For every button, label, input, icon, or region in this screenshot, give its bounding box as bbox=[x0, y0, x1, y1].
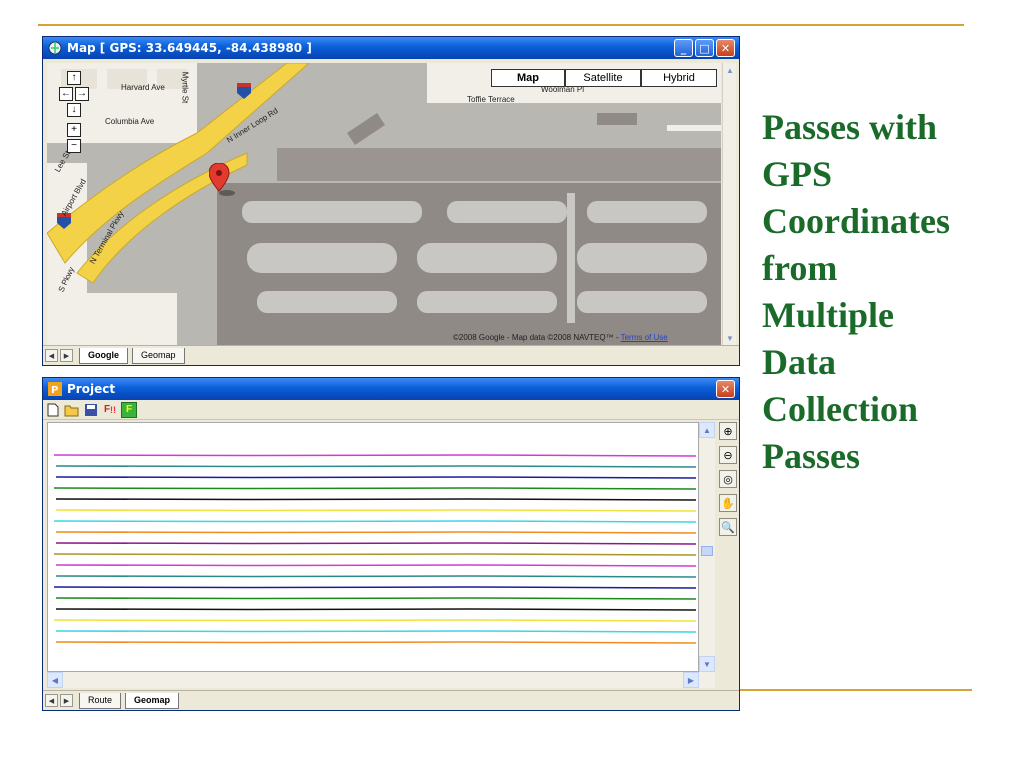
f-icon[interactable]: F bbox=[121, 401, 137, 418]
project-window: P Project ✕ F!! F ▲ ▼ ◀ ▶ ⊕ ⊖ ◎ ✋ 🔍 ◀ ▶ … bbox=[42, 377, 740, 711]
flag-icon[interactable]: F!! bbox=[102, 402, 118, 418]
map-canvas bbox=[47, 63, 721, 345]
pass-line[interactable] bbox=[55, 630, 697, 633]
map-type-map-button[interactable]: Map bbox=[491, 69, 565, 87]
map-copyright: ©2008 Google - Map data ©2008 NAVTEQ™ - … bbox=[453, 333, 668, 342]
close-button[interactable]: ✕ bbox=[716, 380, 735, 398]
tab-geomap[interactable]: Geomap bbox=[125, 692, 180, 709]
tab-google[interactable]: Google bbox=[79, 347, 128, 364]
map-vertical-scrollbar[interactable]: ▲ ▼ bbox=[722, 63, 736, 345]
project-window-title: Project bbox=[67, 382, 116, 396]
open-icon[interactable] bbox=[64, 402, 80, 418]
pass-line[interactable] bbox=[55, 597, 697, 600]
zoom-extent-icon[interactable]: ◎ bbox=[719, 470, 737, 488]
road-label: Columbia Ave bbox=[105, 117, 155, 126]
project-titlebar[interactable]: P Project ✕ bbox=[43, 378, 739, 400]
slide-title-line: from bbox=[762, 248, 838, 288]
map-tools: ⊕ ⊖ ◎ ✋ 🔍 bbox=[719, 422, 739, 536]
project-horizontal-scrollbar[interactable]: ◀ ▶ bbox=[47, 672, 715, 688]
pass-line[interactable] bbox=[55, 465, 697, 468]
road-label: Myrtle St bbox=[180, 71, 190, 104]
chevron-down-icon[interactable]: ▼ bbox=[723, 331, 737, 345]
pass-line[interactable] bbox=[53, 586, 697, 589]
pass-line[interactable] bbox=[53, 619, 697, 622]
road-label: Toffie Terrace bbox=[467, 95, 515, 104]
chevron-right-icon[interactable]: ▶ bbox=[683, 672, 699, 688]
pass-line[interactable] bbox=[53, 553, 697, 556]
terms-of-use-link[interactable]: Terms of Use bbox=[621, 333, 668, 342]
project-icon: P bbox=[47, 381, 63, 397]
copyright-text: ©2008 Google - Map data ©2008 NAVTEQ™ - bbox=[453, 333, 621, 342]
tab-route[interactable]: Route bbox=[79, 692, 122, 709]
location-marker-icon[interactable] bbox=[209, 163, 235, 197]
chevron-up-icon[interactable]: ▲ bbox=[699, 422, 715, 438]
pass-line[interactable] bbox=[55, 509, 697, 512]
new-icon[interactable] bbox=[45, 402, 61, 418]
chevron-up-icon[interactable]: ▲ bbox=[723, 63, 737, 77]
project-tabbar: ◀ ▶ Route Geomap bbox=[43, 690, 739, 710]
bottom-rule bbox=[740, 689, 972, 691]
slide-title-line: Passes with bbox=[762, 107, 938, 147]
top-rule bbox=[38, 24, 964, 26]
tab-geomap[interactable]: Geomap bbox=[132, 347, 185, 364]
slide-title-line: Passes bbox=[762, 436, 860, 476]
slide-title-line: Multiple bbox=[762, 295, 894, 335]
zoom-out-icon[interactable]: ⊖ bbox=[719, 446, 737, 464]
pass-line[interactable] bbox=[53, 520, 697, 523]
map-view[interactable]: Harvard Ave Columbia Ave N Inner Loop Rd… bbox=[47, 63, 721, 345]
slide-title-line: GPS bbox=[762, 154, 833, 194]
pass-line[interactable] bbox=[55, 564, 697, 567]
slide-title-line: Collection bbox=[762, 389, 918, 429]
slide-title: Passes with GPS Coordinates from Multiple Dat… bbox=[762, 104, 1020, 480]
pass-line[interactable] bbox=[53, 487, 697, 490]
svg-text:P: P bbox=[51, 385, 58, 396]
zoom-out-button[interactable]: − bbox=[67, 139, 81, 153]
chevron-down-icon[interactable]: ▼ bbox=[699, 656, 715, 672]
map-titlebar[interactable]: Map [ GPS: 33.649445, -84.438980 ] _ □ ✕ bbox=[43, 37, 739, 59]
tab-prev-button[interactable]: ◀ bbox=[45, 349, 58, 362]
pass-line[interactable] bbox=[55, 575, 697, 578]
close-button[interactable]: ✕ bbox=[716, 39, 735, 57]
map-tabbar: ◀ ▶ Google Geomap bbox=[43, 345, 739, 365]
road-label: Harvard Ave bbox=[121, 83, 165, 92]
map-type-satellite-button[interactable]: Satellite bbox=[565, 69, 641, 87]
zoom-window-icon[interactable]: 🔍 bbox=[719, 518, 737, 536]
pass-line[interactable] bbox=[55, 608, 697, 611]
slide-title-line: Coordinates bbox=[762, 201, 950, 241]
globe-icon bbox=[47, 40, 63, 56]
project-vertical-scrollbar[interactable]: ▲ ▼ bbox=[699, 422, 715, 672]
pan-hand-icon[interactable]: ✋ bbox=[719, 494, 737, 512]
slide-title-line: Data bbox=[762, 342, 836, 382]
pan-left-button[interactable]: ← bbox=[59, 87, 73, 101]
passes-canvas bbox=[53, 454, 697, 644]
pass-line[interactable] bbox=[53, 454, 697, 457]
save-icon[interactable] bbox=[83, 402, 99, 418]
map-type-hybrid-button[interactable]: Hybrid bbox=[641, 69, 717, 87]
tab-prev-button[interactable]: ◀ bbox=[45, 694, 58, 707]
maximize-button[interactable]: □ bbox=[695, 39, 714, 57]
map-window-title: Map [ GPS: 33.649445, -84.438980 ] bbox=[67, 41, 312, 55]
project-toolbar: F!! F bbox=[43, 400, 739, 420]
pan-right-button[interactable]: → bbox=[75, 87, 89, 101]
tab-next-button[interactable]: ▶ bbox=[60, 349, 73, 362]
pan-down-button[interactable]: ↓ bbox=[67, 103, 81, 117]
map-window: Map [ GPS: 33.649445, -84.438980 ] _ □ ✕ bbox=[42, 36, 740, 366]
passes-view[interactable] bbox=[47, 422, 699, 672]
pass-line[interactable] bbox=[55, 542, 697, 545]
scroll-thumb[interactable] bbox=[701, 546, 713, 556]
zoom-in-icon[interactable]: ⊕ bbox=[719, 422, 737, 440]
chevron-left-icon[interactable]: ◀ bbox=[47, 672, 63, 688]
pass-line[interactable] bbox=[55, 476, 697, 479]
pass-line[interactable] bbox=[55, 498, 697, 501]
tab-next-button[interactable]: ▶ bbox=[60, 694, 73, 707]
pan-up-button[interactable]: ↑ bbox=[67, 71, 81, 85]
minimize-button[interactable]: _ bbox=[674, 39, 693, 57]
pass-line[interactable] bbox=[55, 641, 697, 644]
pass-line[interactable] bbox=[55, 531, 697, 534]
zoom-in-button[interactable]: + bbox=[67, 123, 81, 137]
